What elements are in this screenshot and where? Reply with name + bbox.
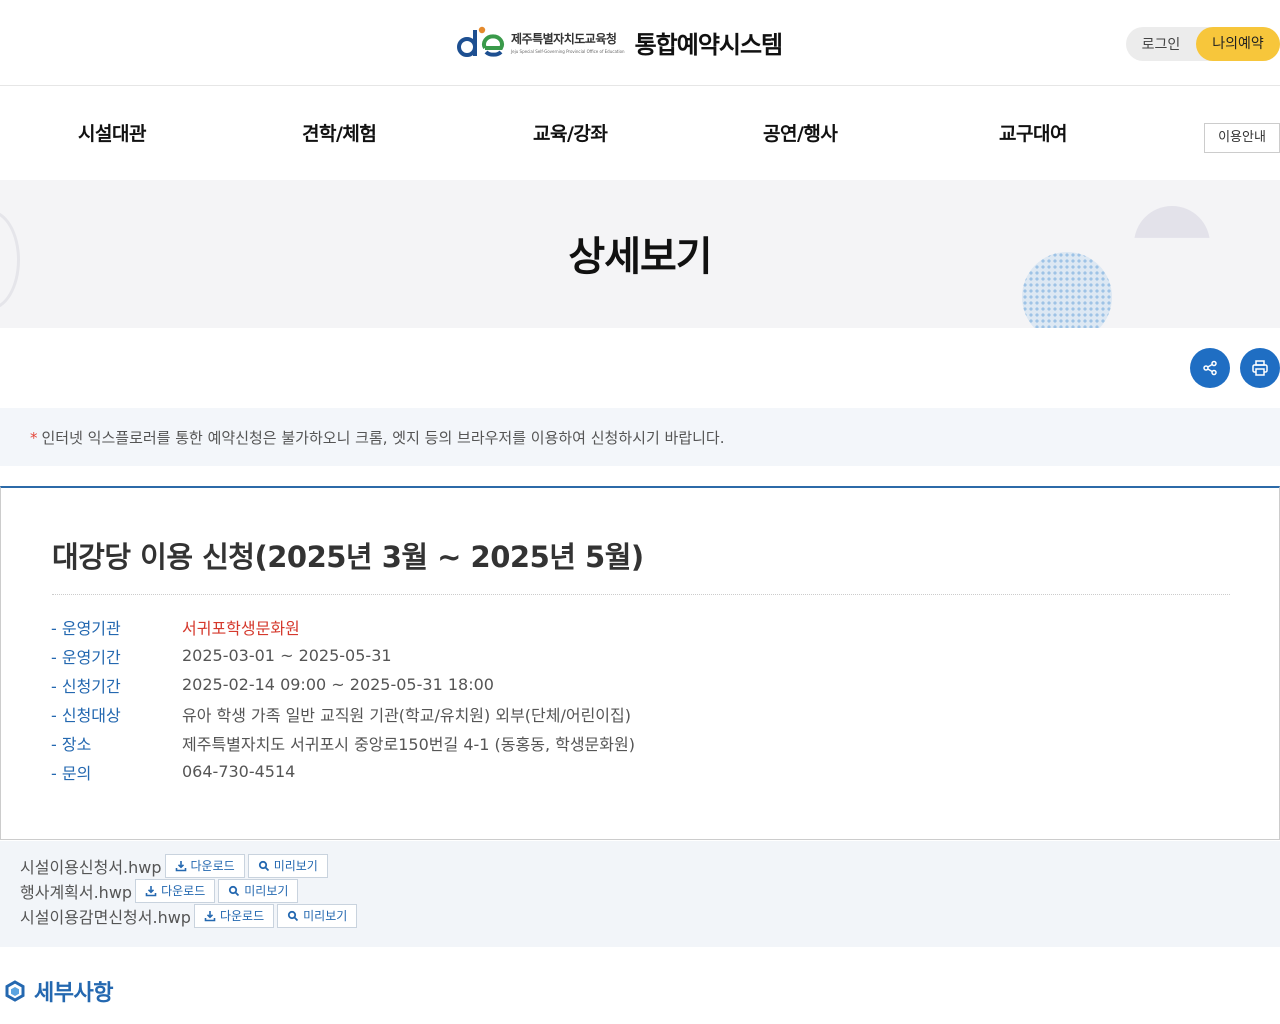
site-logo[interactable]: 제주특별자치도교육청 Jeju Special Self-Governing P…	[457, 22, 784, 62]
info-value: 제주특별자치도 서귀포시 중앙로150번길 4-1 (동홍동, 학생문화원)	[182, 734, 635, 754]
info-row-target: - 신청대상 유아 학생 가족 일반 교직원 기관(학교/유치원) 외부(단체/…	[51, 699, 635, 728]
auth-menu: 로그인 나의예약	[1126, 27, 1280, 61]
attachment-filename: 행사계획서.hwp	[20, 882, 133, 902]
info-row-operation-period: - 운영기간 2025-03-01 ~ 2025-05-31	[51, 641, 635, 670]
nav-item-education-course[interactable]: 교육/강좌	[533, 119, 608, 146]
download-icon	[204, 910, 216, 921]
preview-button[interactable]: 미리보기	[277, 903, 358, 928]
preview-button[interactable]: 미리보기	[218, 878, 299, 903]
attachment-list: 시설이용신청서.hwp 다운로드 미리보기 행사계획서.hwp 다운로드 미리보…	[0, 841, 1280, 947]
info-label: - 운영기간	[51, 647, 121, 667]
info-value: 2025-02-14 09:00 ~ 2025-05-31 18:00	[182, 675, 494, 694]
system-title: 통합예약시스템	[634, 30, 784, 59]
preview-button[interactable]: 미리보기	[247, 853, 328, 878]
share-icon	[1203, 360, 1217, 376]
info-row-application-period: - 신청기간 2025-02-14 09:00 ~ 2025-05-31 18:…	[51, 670, 635, 699]
org-name-en: Jeju Special Self-Governing Provincial O…	[511, 49, 625, 54]
site-header: 제주특별자치도교육청 Jeju Special Self-Governing P…	[0, 0, 1280, 86]
section-title: 세부사항	[34, 981, 113, 1006]
info-label: - 신청대상	[51, 705, 121, 725]
info-row-location: - 장소 제주특별자치도 서귀포시 중앙로150번길 4-1 (동홍동, 학생문…	[51, 728, 635, 757]
login-button[interactable]: 로그인	[1126, 34, 1196, 54]
download-icon	[145, 885, 157, 896]
download-icon	[175, 860, 186, 871]
program-title: 대강당 이용 신청(2025년 3월 ~ 2025년 5월)	[52, 540, 644, 574]
search-icon	[229, 885, 240, 896]
notice-text: 인터넷 익스플로러를 통한 예약신청은 불가하오니 크롬, 엣지 등의 브라우저…	[41, 429, 725, 447]
main-nav: 시설대관 견학/체험 교육/강좌 공연/행사 교구대여 이용안내	[0, 87, 1280, 179]
print-button[interactable]	[1240, 348, 1280, 388]
my-reservation-button[interactable]: 나의예약	[1196, 27, 1280, 61]
usage-guide-button[interactable]: 이용안내	[1204, 123, 1280, 153]
nav-item-facility-rental[interactable]: 시설대관	[78, 119, 146, 146]
attachment-item: 시설이용감면신청서.hwp 다운로드 미리보기	[20, 903, 358, 928]
print-icon	[1252, 360, 1268, 376]
page-banner: 상세보기	[0, 180, 1280, 328]
search-icon	[258, 860, 269, 871]
download-button[interactable]: 다운로드	[193, 903, 275, 928]
program-detail-box: 대강당 이용 신청(2025년 3월 ~ 2025년 5월) - 운영기관 서귀…	[0, 486, 1280, 840]
info-label: - 문의	[51, 763, 92, 783]
required-asterisk: *	[30, 429, 38, 447]
search-icon	[288, 910, 299, 921]
info-value: 2025-03-01 ~ 2025-05-31	[182, 646, 392, 665]
attachment-item: 시설이용신청서.hwp 다운로드 미리보기	[20, 853, 328, 878]
browser-notice: * 인터넷 익스플로러를 통한 예약신청은 불가하오니 크롬, 엣지 등의 브라우…	[0, 408, 1280, 466]
page-title: 상세보기	[568, 234, 712, 280]
attachment-item: 행사계획서.hwp 다운로드 미리보기	[20, 878, 299, 903]
share-button[interactable]	[1190, 348, 1230, 388]
download-button[interactable]: 다운로드	[164, 853, 245, 878]
divider	[52, 594, 1230, 595]
program-info-list: - 운영기관 서귀포학생문화원 - 운영기간 2025-03-01 ~ 2025…	[51, 612, 635, 786]
info-value: 서귀포학생문화원	[182, 618, 300, 638]
attachment-filename: 시설이용신청서.hwp	[20, 857, 162, 877]
info-value: 유아 학생 가족 일반 교직원 기관(학교/유치원) 외부(단체/어린이집)	[182, 705, 631, 725]
info-label: - 장소	[51, 734, 92, 754]
download-button[interactable]: 다운로드	[135, 878, 216, 903]
nav-item-tour-experience[interactable]: 견학/체험	[302, 119, 377, 146]
nav-item-equipment-rental[interactable]: 교구대여	[999, 119, 1067, 146]
org-name: 제주특별자치도교육청	[511, 32, 617, 46]
jje-logo-icon	[457, 24, 505, 60]
info-row-contact: - 문의 064-730-4514	[51, 757, 635, 786]
info-value: 064-730-4514	[182, 762, 296, 781]
hexagon-icon	[5, 980, 25, 1002]
section-heading-details: 세부사항	[4, 975, 113, 1007]
nav-item-performance-event[interactable]: 공연/행사	[763, 119, 838, 146]
info-row-operator: - 운영기관 서귀포학생문화원	[51, 612, 635, 641]
info-label: - 운영기관	[51, 618, 121, 638]
info-label: - 신청기간	[51, 676, 121, 696]
attachment-filename: 시설이용감면신청서.hwp	[20, 907, 191, 927]
